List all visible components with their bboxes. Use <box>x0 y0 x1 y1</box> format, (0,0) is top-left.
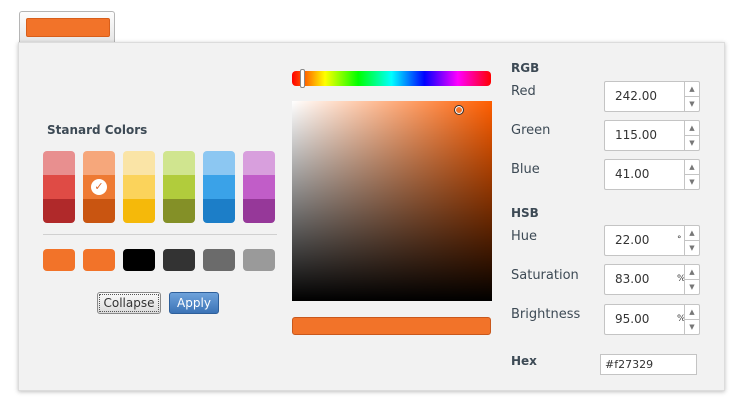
hue-slider-thumb[interactable] <box>300 69 305 88</box>
hue-label: Hue <box>511 229 538 244</box>
color-preview-bar <box>292 317 491 335</box>
saturation-spin-up-icon[interactable]: ▲ <box>685 265 699 279</box>
standard-color-column[interactable] <box>243 151 275 223</box>
blue-spin-up-icon[interactable]: ▲ <box>685 160 699 174</box>
recent-color-swatch[interactable] <box>203 249 235 271</box>
standard-color-column[interactable] <box>203 151 235 223</box>
green-label: Green <box>511 123 551 138</box>
brightness-input[interactable]: 95.00 % ▲ ▼ <box>604 304 700 335</box>
color-swatch[interactable] <box>243 175 275 199</box>
hue-unit: ° <box>677 235 682 245</box>
brightness-value: 95.00 <box>615 312 650 326</box>
color-swatch[interactable] <box>123 199 155 223</box>
saturation-spin-down-icon[interactable]: ▼ <box>685 279 699 294</box>
color-swatch[interactable] <box>43 199 75 223</box>
green-value: 115.00 <box>615 128 657 142</box>
recent-color-swatch[interactable] <box>163 249 195 271</box>
saturation-input[interactable]: 83.00 % ▲ ▼ <box>604 264 700 295</box>
saturation-value: 83.00 <box>615 272 650 286</box>
color-picker-panel: Stanard Colors ✓ Collapse Apply RGB Red … <box>18 42 725 391</box>
checkmark-icon: ✓ <box>91 179 107 195</box>
color-swatch[interactable] <box>243 199 275 223</box>
color-swatch[interactable] <box>43 175 75 199</box>
brightness-spin-up-icon[interactable]: ▲ <box>685 305 699 319</box>
recent-color-swatch[interactable] <box>243 249 275 271</box>
blue-input[interactable]: 41.00 ▲ ▼ <box>604 159 700 190</box>
color-swatch[interactable] <box>203 199 235 223</box>
color-picker-trigger[interactable] <box>19 11 115 42</box>
color-swatch[interactable] <box>123 151 155 175</box>
color-swatch[interactable] <box>243 151 275 175</box>
color-swatch[interactable] <box>163 151 195 175</box>
recent-color-swatch[interactable] <box>123 249 155 271</box>
red-spin-down-icon[interactable]: ▼ <box>685 96 699 111</box>
color-swatch[interactable] <box>203 175 235 199</box>
hsb-section-title: HSB <box>511 206 539 220</box>
rgb-section-title: RGB <box>511 61 540 75</box>
apply-button[interactable]: Apply <box>169 292 219 314</box>
green-spin-up-icon[interactable]: ▲ <box>685 121 699 135</box>
color-swatch[interactable] <box>83 151 115 175</box>
sv-picker-thumb[interactable] <box>454 105 464 115</box>
color-swatch[interactable] <box>43 151 75 175</box>
red-spin-up-icon[interactable]: ▲ <box>685 82 699 96</box>
green-input[interactable]: 115.00 ▲ ▼ <box>604 120 700 151</box>
hex-input[interactable]: #f27329 <box>600 354 697 375</box>
blue-value: 41.00 <box>615 167 650 181</box>
hue-spin-down-icon[interactable]: ▼ <box>685 240 699 255</box>
red-input[interactable]: 242.00 ▲ ▼ <box>604 81 700 112</box>
blue-label: Blue <box>511 162 540 177</box>
hue-value: 22.00 <box>615 233 650 247</box>
hue-slider[interactable] <box>292 69 491 88</box>
standard-color-column[interactable] <box>163 151 195 223</box>
recent-color-swatch[interactable] <box>83 249 115 271</box>
color-swatch[interactable] <box>83 199 115 223</box>
standard-colors-title: Stanard Colors <box>47 123 148 137</box>
brightness-spin-down-icon[interactable]: ▼ <box>685 319 699 334</box>
red-value: 242.00 <box>615 89 657 103</box>
color-swatch[interactable] <box>203 151 235 175</box>
saturation-brightness-area[interactable] <box>292 101 492 301</box>
hex-label: Hex <box>511 354 537 368</box>
hue-input[interactable]: 22.00 ° ▲ ▼ <box>604 225 700 256</box>
recent-color-swatch[interactable] <box>43 249 75 271</box>
red-label: Red <box>511 84 536 99</box>
color-swatch[interactable] <box>163 175 195 199</box>
standard-color-column[interactable]: ✓ <box>83 151 115 223</box>
green-spin-down-icon[interactable]: ▼ <box>685 135 699 150</box>
blue-spin-down-icon[interactable]: ▼ <box>685 174 699 189</box>
palette-divider <box>43 234 277 235</box>
brightness-label: Brightness <box>511 307 581 322</box>
standard-color-column[interactable] <box>123 151 155 223</box>
hue-spin-up-icon[interactable]: ▲ <box>685 226 699 240</box>
collapse-button[interactable]: Collapse <box>97 292 161 314</box>
color-swatch[interactable] <box>123 175 155 199</box>
current-color-swatch <box>26 18 110 37</box>
standard-color-column[interactable] <box>43 151 75 223</box>
saturation-label: Saturation <box>511 268 579 283</box>
color-swatch[interactable] <box>163 199 195 223</box>
